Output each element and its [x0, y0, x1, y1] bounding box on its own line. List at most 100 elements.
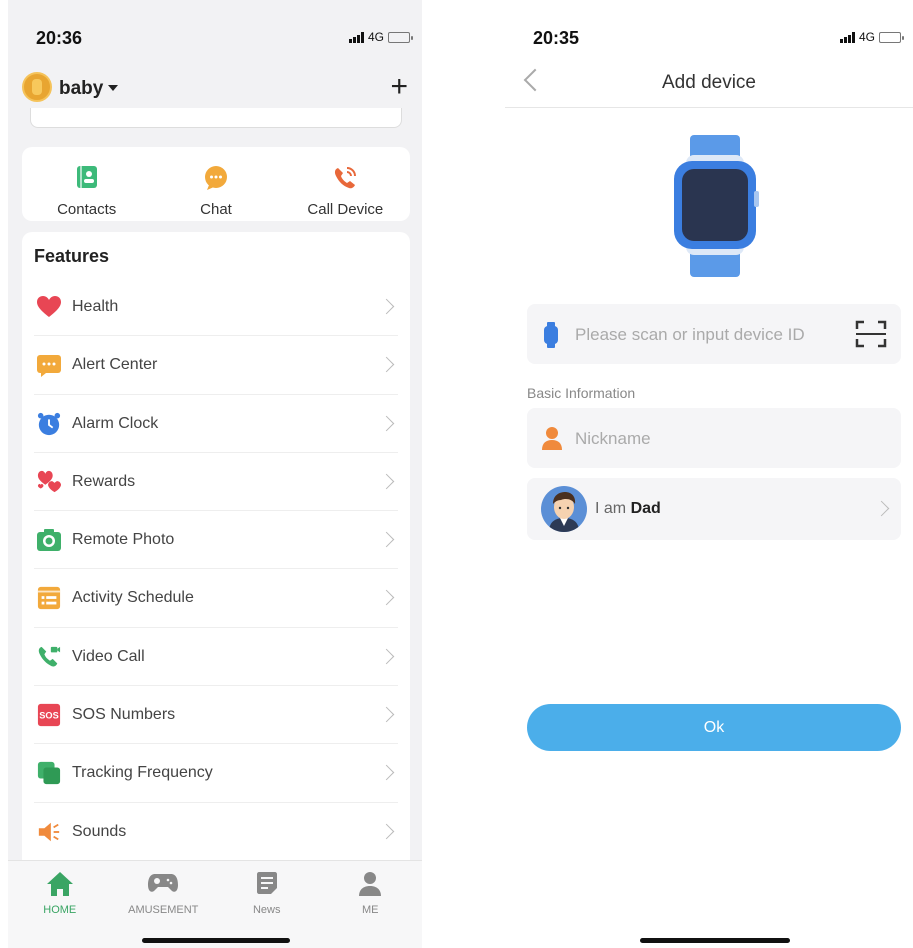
- feature-video-call[interactable]: Video Call: [34, 628, 398, 687]
- status-indicators: 4G: [839, 30, 904, 44]
- feature-alert-center[interactable]: Alert Center: [34, 336, 398, 395]
- contacts-label: Contacts: [57, 201, 117, 218]
- call-device-button[interactable]: Call Device: [281, 147, 410, 221]
- tab-amusement[interactable]: AMUSEMENT: [112, 861, 216, 948]
- feature-label: Health: [72, 298, 119, 315]
- dad-avatar: [541, 486, 587, 532]
- signal-icon: [348, 31, 364, 43]
- role-selector[interactable]: I am Dad: [527, 478, 901, 540]
- feature-label: SOS Numbers: [72, 706, 176, 724]
- feature-label: Tracking Frequency: [72, 764, 213, 782]
- status-bar: 20:36 4G: [8, 0, 422, 60]
- nav-bar: Add device: [505, 62, 913, 108]
- feature-health[interactable]: Health: [34, 278, 398, 337]
- bottom-tab-bar: HOME AMUSEMENT News ME: [8, 860, 422, 948]
- watch-icon: [544, 322, 558, 348]
- speaker-icon: [38, 822, 60, 841]
- chat-label: Chat: [200, 201, 232, 218]
- status-indicators: 4G: [348, 30, 413, 44]
- home-indicator: [142, 938, 290, 943]
- chevron-right-icon: [378, 648, 395, 665]
- schedule-icon: [37, 587, 61, 610]
- device-id-field[interactable]: Please scan or input device ID: [527, 304, 901, 364]
- quick-actions-card: Contacts Chat Call Device: [22, 147, 410, 221]
- contacts-icon: [76, 166, 97, 188]
- tab-label: ME: [362, 904, 379, 916]
- person-icon: [542, 427, 562, 450]
- chevron-right-icon: [873, 500, 890, 517]
- chevron-right-icon: [378, 473, 395, 490]
- device-id-placeholder: Please scan or input device ID: [575, 325, 805, 344]
- chevron-down-icon[interactable]: [108, 85, 118, 91]
- heart-icon: [37, 296, 61, 317]
- feature-label: Sounds: [72, 822, 127, 840]
- feature-rewards[interactable]: Rewards: [34, 453, 398, 512]
- nickname-field[interactable]: Nickname: [527, 408, 901, 468]
- chevron-right-icon: [378, 357, 395, 373]
- chevron-right-icon: [378, 765, 395, 781]
- tab-home[interactable]: HOME: [8, 861, 112, 948]
- features-card: Features Health Alert Center Alarm Clock…: [22, 232, 410, 872]
- phone-call-icon: [335, 167, 357, 189]
- home-icon: [46, 872, 73, 896]
- gamepad-icon: [148, 874, 179, 892]
- role-text: I am Dad: [595, 500, 661, 518]
- tab-label: AMUSEMENT: [128, 904, 199, 916]
- feature-remote-photo[interactable]: Remote Photo: [34, 511, 398, 570]
- feature-label: Alarm Clock: [72, 414, 159, 432]
- alert-message-icon: [37, 355, 61, 378]
- map-search-bar[interactable]: [30, 108, 402, 128]
- ok-button[interactable]: Ok: [527, 704, 901, 751]
- status-time: 20:36: [36, 28, 83, 48]
- scan-icon[interactable]: [855, 319, 887, 349]
- svg-text:SOS: SOS: [39, 711, 58, 721]
- feature-tracking-frequency[interactable]: Tracking Frequency: [34, 744, 398, 803]
- feature-activity-schedule[interactable]: Activity Schedule: [34, 569, 398, 628]
- tab-label: News: [252, 904, 281, 916]
- add-device-button[interactable]: +: [390, 72, 408, 102]
- hearts-reward-icon: [37, 470, 61, 493]
- feature-alarm-clock[interactable]: Alarm Clock: [34, 395, 398, 453]
- feature-label: Remote Photo: [72, 531, 175, 549]
- page-title: Add device: [661, 72, 756, 93]
- role-prefix: I am: [595, 500, 627, 517]
- signal-icon: [839, 31, 855, 43]
- feature-label: Rewards: [72, 472, 136, 490]
- chat-icon: [204, 166, 227, 190]
- feature-sos-numbers[interactable]: SOS SOS Numbers: [34, 686, 398, 745]
- feature-label: Activity Schedule: [72, 589, 194, 607]
- chevron-right-icon: [378, 706, 395, 723]
- feature-label: Video Call: [72, 647, 145, 665]
- sos-icon: SOS: [37, 704, 61, 727]
- role-value: Dad: [630, 500, 661, 517]
- status-bar: 20:35 4G: [505, 0, 913, 60]
- tab-label: HOME: [43, 904, 77, 916]
- chat-button[interactable]: Chat: [151, 147, 280, 221]
- nickname-placeholder: Nickname: [575, 429, 651, 448]
- contacts-button[interactable]: Contacts: [22, 147, 151, 221]
- chevron-right-icon: [378, 415, 395, 431]
- feature-label: Alert Center: [72, 356, 158, 374]
- chevron-right-icon: [378, 823, 395, 839]
- tab-me[interactable]: ME: [319, 861, 423, 948]
- video-call-icon: [38, 646, 61, 667]
- tracking-icon: [37, 762, 61, 785]
- call-device-label: Call Device: [307, 201, 384, 218]
- tab-news[interactable]: News: [215, 861, 319, 948]
- network-label: 4G: [858, 30, 875, 44]
- add-device-screen: 20:35 4G Add device Please scan or input…: [505, 0, 913, 948]
- basic-info-label: Basic Information: [527, 385, 636, 401]
- person-icon: [359, 872, 382, 896]
- chevron-right-icon: [378, 590, 395, 606]
- device-header: baby +: [8, 70, 422, 110]
- device-avatar[interactable]: [22, 72, 52, 102]
- battery-icon: [388, 31, 413, 43]
- device-name[interactable]: baby: [59, 78, 103, 100]
- smartwatch-illustration: [674, 135, 759, 277]
- feature-sounds[interactable]: Sounds: [34, 803, 398, 861]
- features-list: Health Alert Center Alarm Clock Rewards: [22, 278, 410, 861]
- features-title: Features: [34, 246, 110, 266]
- home-screen: 20:36 4G baby + Contacts Chat Call Devic…: [8, 0, 422, 948]
- chevron-right-icon: [378, 298, 395, 315]
- network-label: 4G: [367, 30, 384, 44]
